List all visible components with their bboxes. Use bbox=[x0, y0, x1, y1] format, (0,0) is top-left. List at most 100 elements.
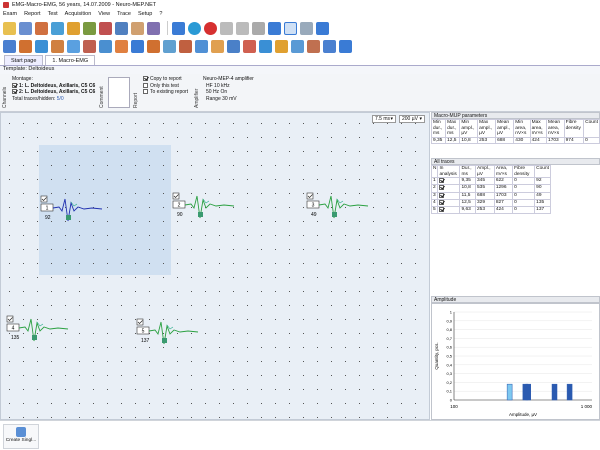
table-row[interactable]: 5 9,63 253 424 0 137 bbox=[430, 206, 551, 215]
menu-trace[interactable]: Trace bbox=[117, 11, 131, 17]
sensitivity-select[interactable]: 200 µV ▾ bbox=[399, 115, 425, 123]
params-value-cell: 12,5 bbox=[445, 136, 461, 144]
in-analysis-cell[interactable] bbox=[437, 184, 461, 193]
test-type-19-icon[interactable] bbox=[291, 39, 304, 53]
trace-id-label: 3 bbox=[312, 203, 315, 209]
copy-to-report-checkbox[interactable] bbox=[143, 76, 148, 82]
test-type-1-icon[interactable] bbox=[3, 39, 16, 53]
trace-cursor-marker[interactable] bbox=[162, 338, 167, 343]
test-type-21-icon[interactable] bbox=[323, 39, 336, 53]
menu-view[interactable]: View bbox=[98, 11, 110, 17]
template-icon[interactable] bbox=[131, 21, 144, 35]
tab-macro-emg[interactable]: 1. Macro-EMG bbox=[45, 55, 96, 65]
test-type-15-icon[interactable] bbox=[227, 39, 240, 53]
monitor-icon[interactable] bbox=[172, 21, 185, 35]
test-type-7-icon[interactable] bbox=[99, 39, 112, 53]
channel-2-label: 2: L. Deltoideus, Axillaris, C5 C6 bbox=[19, 89, 96, 95]
trace-canvas[interactable]: 1 92 2 90 3 49 4 135 5 137 bbox=[1, 113, 430, 420]
in-analysis-cell[interactable] bbox=[437, 191, 461, 200]
y-tick-label: 0,7 bbox=[446, 336, 452, 341]
test-type-12-icon[interactable] bbox=[179, 39, 192, 53]
montage-icon[interactable] bbox=[115, 21, 128, 35]
table-row[interactable]: 1 9,35 345 622 0 92 bbox=[430, 176, 551, 186]
test-type-10-icon[interactable] bbox=[147, 39, 160, 53]
test-type-13-icon[interactable] bbox=[195, 39, 208, 53]
play-icon[interactable] bbox=[188, 21, 201, 35]
channel-1-checkbox[interactable] bbox=[12, 82, 17, 88]
trace-count-label: 137 bbox=[141, 338, 150, 344]
trace-cursor-marker[interactable] bbox=[66, 215, 71, 220]
table-row[interactable]: 2 10,8 535 1296 0 90 bbox=[430, 184, 551, 193]
trace-5[interactable]: 5 137 bbox=[136, 318, 199, 345]
trace-checkbox[interactable] bbox=[40, 195, 48, 203]
to-existing-report-option[interactable]: To existing report bbox=[143, 89, 195, 96]
stimulus-icon[interactable] bbox=[252, 21, 265, 35]
trace-graph[interactable]: 1 92 2 90 3 49 4 135 5 137 7.5 ms ▾ 200 µV ▾ bbox=[0, 112, 430, 420]
trace-checkbox[interactable] bbox=[306, 192, 314, 200]
test-type-11-icon[interactable] bbox=[163, 39, 176, 53]
table-cell: 49 bbox=[534, 191, 551, 200]
new-exam-icon[interactable] bbox=[3, 21, 16, 35]
trigger-icon[interactable] bbox=[268, 21, 281, 35]
in-analysis-checkbox[interactable] bbox=[439, 199, 445, 205]
test-type-9-icon[interactable] bbox=[131, 39, 144, 53]
in-analysis-checkbox[interactable] bbox=[439, 192, 445, 198]
in-analysis-checkbox[interactable] bbox=[439, 207, 445, 213]
in-analysis-checkbox[interactable] bbox=[439, 178, 445, 183]
comment-input[interactable] bbox=[108, 77, 130, 108]
test-type-4-icon[interactable] bbox=[51, 39, 64, 53]
trace-2[interactable]: 2 90 bbox=[172, 192, 235, 219]
save-icon[interactable] bbox=[51, 21, 64, 35]
print-icon[interactable] bbox=[83, 21, 96, 35]
test-type-20-icon[interactable] bbox=[307, 39, 320, 53]
create-single-button[interactable]: Create Singl... bbox=[3, 424, 39, 449]
pause-icon[interactable] bbox=[220, 21, 233, 35]
report-icon[interactable] bbox=[67, 21, 80, 35]
selection-region[interactable] bbox=[39, 145, 171, 275]
sound-icon[interactable] bbox=[316, 21, 329, 35]
test-type-17-icon[interactable] bbox=[259, 39, 272, 53]
trace-checkbox[interactable] bbox=[172, 192, 180, 200]
menu-setup[interactable]: Setup bbox=[138, 11, 152, 17]
table-row[interactable]: 3 11,5 688 1703 0 49 bbox=[430, 191, 551, 200]
menu-test[interactable]: Test bbox=[48, 11, 58, 17]
trace-mode-icon[interactable] bbox=[284, 21, 297, 35]
in-analysis-cell[interactable] bbox=[437, 206, 461, 215]
in-analysis-cell[interactable] bbox=[437, 176, 461, 186]
test-type-14-icon[interactable] bbox=[211, 39, 224, 53]
trace-checkbox[interactable] bbox=[6, 315, 14, 323]
test-icon[interactable] bbox=[99, 21, 112, 35]
only-this-test-checkbox[interactable] bbox=[143, 82, 148, 88]
menu-report[interactable]: Report bbox=[24, 11, 41, 17]
open-exam-icon[interactable] bbox=[19, 21, 32, 35]
in-analysis-cell[interactable] bbox=[437, 198, 461, 208]
test-type-3-icon[interactable] bbox=[35, 39, 48, 53]
trace-cursor-marker[interactable] bbox=[332, 212, 337, 217]
trace-cursor-marker[interactable] bbox=[32, 335, 37, 340]
test-type-2-icon[interactable] bbox=[19, 39, 32, 53]
channel-2-checkbox[interactable] bbox=[12, 89, 17, 95]
trace-cursor-marker[interactable] bbox=[198, 212, 203, 217]
test-type-5-icon[interactable] bbox=[67, 39, 80, 53]
settings-icon[interactable] bbox=[147, 21, 160, 35]
stop-icon[interactable] bbox=[236, 21, 249, 35]
test-type-18-icon[interactable] bbox=[275, 39, 288, 53]
in-analysis-checkbox[interactable] bbox=[439, 185, 445, 191]
table-row[interactable]: 4 12,5 329 827 0 135 bbox=[430, 198, 551, 208]
test-type-6-icon[interactable] bbox=[83, 39, 96, 53]
test-type-8-icon[interactable] bbox=[115, 39, 128, 53]
trace-id-label: 1 bbox=[46, 206, 49, 212]
menu-exam[interactable]: Exam bbox=[3, 11, 17, 17]
menu-acquisition[interactable]: Acquisition bbox=[65, 11, 92, 17]
test-type-22-icon[interactable] bbox=[339, 39, 352, 53]
patient-icon[interactable] bbox=[35, 21, 48, 35]
timebase-select[interactable]: 7.5 ms ▾ bbox=[372, 115, 396, 123]
tab-start-page[interactable]: Start page bbox=[4, 55, 44, 65]
average-icon[interactable] bbox=[300, 21, 313, 35]
menu-help[interactable]: ? bbox=[159, 11, 162, 17]
test-type-16-icon[interactable] bbox=[243, 39, 256, 53]
to-existing-report-checkbox[interactable] bbox=[143, 89, 148, 95]
record-icon[interactable] bbox=[204, 21, 217, 35]
trace-checkbox[interactable] bbox=[136, 318, 144, 326]
trace-3[interactable]: 3 49 bbox=[306, 192, 369, 219]
